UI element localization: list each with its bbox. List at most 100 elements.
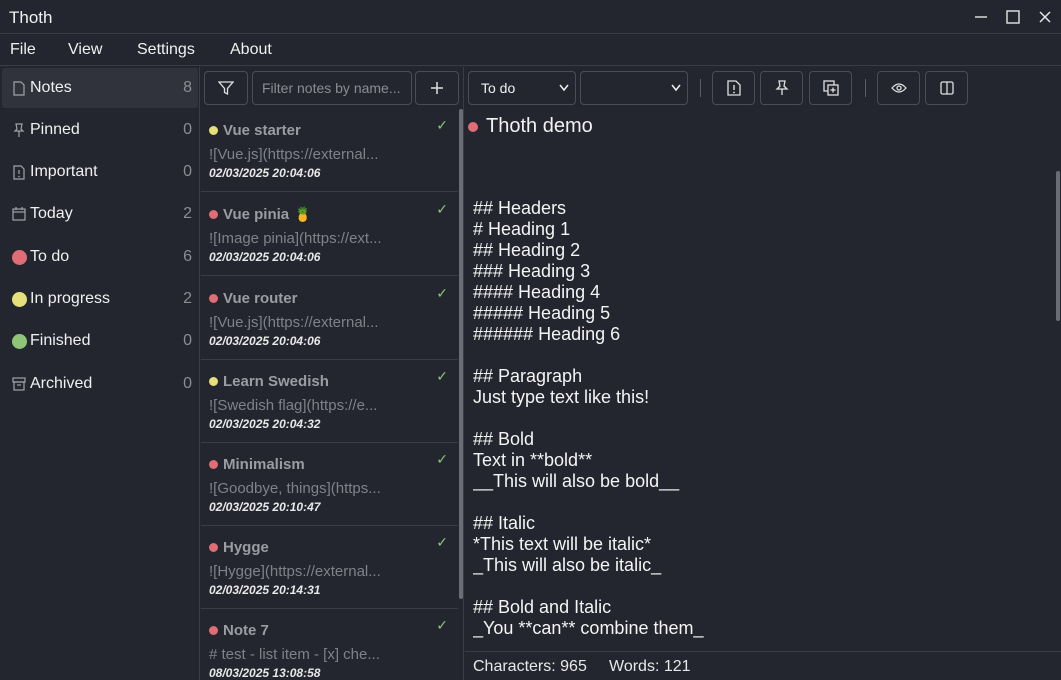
sidebar-item-todo[interactable]: To do 6 — [2, 237, 198, 277]
status-dot — [209, 126, 218, 135]
note-date: 02/03/2025 20:04:06 — [209, 250, 321, 264]
todo-status-dot — [10, 249, 28, 265]
filter-notes-input[interactable]: Filter notes by name... — [252, 71, 412, 105]
filter-button[interactable] — [204, 71, 248, 105]
toolbar-divider — [700, 79, 701, 97]
important-icon — [10, 164, 28, 180]
sidebar-item-label: In progress — [30, 290, 111, 307]
menu-about[interactable]: About — [230, 41, 272, 59]
note-item[interactable]: Vue router ✓ ![Vue.js](https://external.… — [201, 277, 458, 360]
check-icon: ✓ — [436, 201, 448, 217]
editor-line: ## Bold — [473, 429, 535, 449]
note-preview: ![Image pinia](https://ext... — [209, 230, 382, 247]
editor-scrollbar[interactable] — [1056, 171, 1060, 321]
note-item[interactable]: Vue pinia 🍍 ✓ ![Image pinia](https://ext.… — [201, 193, 458, 276]
notes-list-scrollbar[interactable] — [459, 109, 463, 599]
duplicate-button[interactable] — [809, 71, 852, 105]
archive-icon — [10, 377, 28, 391]
sidebar-item-important[interactable]: Important 0 — [2, 152, 198, 192]
note-title-area: Thoth demo — [468, 115, 593, 138]
note-icon — [10, 80, 28, 96]
menu-file[interactable]: File — [10, 41, 36, 59]
important-button[interactable] — [712, 71, 755, 105]
note-title: Vue starter — [223, 122, 301, 139]
sidebar-item-count: 0 — [183, 375, 192, 392]
maximize-button[interactable] — [997, 0, 1029, 34]
note-item[interactable]: Learn Swedish ✓ ![Swedish flag](https://… — [201, 360, 458, 443]
note-item[interactable]: Minimalism ✓ ![Goodbye, things](https...… — [201, 443, 458, 526]
markdown-editor[interactable]: ## Headers # Heading 1 ## Heading 2 ### Hea… — [473, 177, 1053, 651]
sidebar-item-finished[interactable]: Finished 0 — [2, 321, 198, 361]
sidebar-item-in-progress[interactable]: In progress 2 — [2, 279, 198, 319]
note-preview: ![Vue.js](https://external... — [209, 314, 379, 331]
notes-list-pane: Filter notes by name... Vue starter ✓ ![… — [201, 67, 464, 680]
status-dot — [209, 543, 218, 552]
note-title: Minimalism — [223, 456, 305, 473]
sidebar-item-notes[interactable]: Notes 8 — [2, 68, 198, 108]
editor-line: #### Heading 4 — [473, 282, 601, 302]
editor-line: ### Heading 3 — [473, 261, 591, 281]
sidebar-item-archived[interactable]: Archived 0 — [2, 364, 198, 404]
sidebar-item-count: 0 — [183, 332, 192, 349]
note-item[interactable]: Hygge ✓ ![Hygge](https://external... 02/… — [201, 526, 458, 609]
note-item[interactable]: Note 7 ✓ # test - list item - [x] che...… — [201, 609, 458, 680]
note-preview: ![Swedish flag](https://e... — [209, 397, 378, 414]
sidebar-item-count: 8 — [183, 79, 192, 96]
editor-pane: To do Thoth demo ## Headers # Heading 1 ##… — [465, 67, 1061, 680]
chevron-down-icon — [559, 72, 569, 115]
sidebar: Notes 8 Pinned 0 Important 0 Today 2 To … — [0, 67, 200, 680]
toolbar-divider — [865, 79, 866, 97]
maximize-icon — [1006, 10, 1020, 24]
category-select[interactable] — [580, 71, 688, 105]
status-select-value: To do — [481, 80, 516, 96]
window-title: Thoth — [9, 8, 53, 27]
sidebar-item-count: 2 — [183, 205, 192, 222]
filter-icon — [218, 81, 234, 96]
editor-line: ###### Heading 6 — [473, 324, 621, 344]
add-note-button[interactable] — [415, 71, 459, 105]
editor-line: Just type text like this! — [473, 387, 650, 407]
note-preview: ![Vue.js](https://external... — [209, 146, 379, 163]
close-button[interactable] — [1029, 0, 1061, 34]
pin-icon — [774, 80, 789, 95]
important-icon — [726, 80, 741, 96]
sidebar-item-label: To do — [30, 248, 70, 265]
in-progress-status-dot — [10, 291, 28, 307]
split-view-icon — [939, 81, 954, 95]
pin-button[interactable] — [760, 71, 803, 105]
pineapple-icon: 🍍 — [294, 206, 312, 222]
preview-button[interactable] — [877, 71, 920, 105]
editor-line: __This will also be bold__ — [473, 471, 680, 491]
status-select[interactable]: To do — [468, 71, 576, 105]
note-title: Hygge — [223, 539, 269, 556]
menu-settings[interactable]: Settings — [137, 41, 195, 59]
note-date: 02/03/2025 20:14:31 — [209, 583, 321, 597]
note-item[interactable]: Vue starter ✓ ![Vue.js](https://external… — [201, 109, 458, 192]
finished-status-dot — [10, 333, 28, 349]
sidebar-item-today[interactable]: Today 2 — [2, 194, 198, 234]
split-view-button[interactable] — [925, 71, 968, 105]
check-icon: ✓ — [436, 451, 448, 467]
sidebar-item-pinned[interactable]: Pinned 0 — [2, 110, 198, 150]
check-icon: ✓ — [436, 117, 448, 133]
minimize-button[interactable] — [965, 0, 997, 34]
note-title[interactable]: Thoth demo — [486, 115, 593, 138]
notes-list: Vue starter ✓ ![Vue.js](https://external… — [201, 109, 458, 680]
note-preview: ![Goodbye, things](https... — [209, 480, 381, 497]
note-title: Note 7 — [223, 622, 269, 639]
sidebar-item-count: 0 — [183, 121, 192, 138]
pin-icon — [10, 122, 28, 138]
editor-line: ## Headers — [473, 198, 567, 218]
check-icon: ✓ — [436, 617, 448, 633]
sidebar-item-label: Today — [30, 205, 73, 222]
duplicate-icon — [822, 80, 839, 96]
editor-line: ## Bold and Italic — [473, 597, 612, 617]
note-title: Learn Swedish — [223, 373, 329, 390]
menu-view[interactable]: View — [68, 41, 102, 59]
